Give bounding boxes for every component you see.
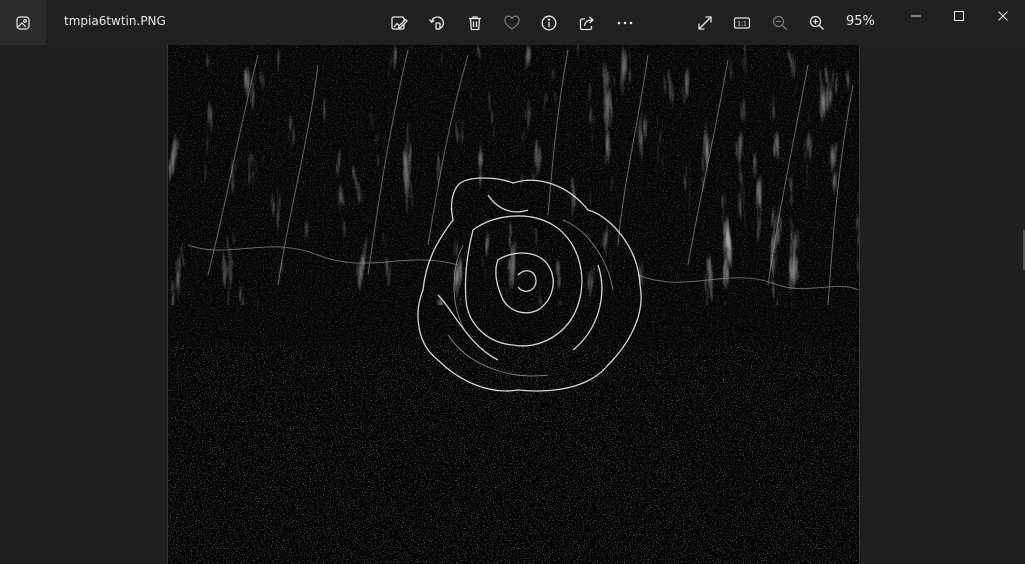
title-bar: tmpia6twtin.PNG 1:1 95% [0, 0, 1025, 45]
trash-icon [469, 16, 481, 31]
photos-app-icon [16, 15, 30, 30]
rotate-button[interactable] [422, 8, 452, 38]
minimize-icon [911, 15, 921, 17]
edge-detected-rose-image [168, 45, 859, 564]
minimize-button[interactable] [894, 0, 938, 32]
actual-size-button[interactable]: 1:1 [727, 8, 757, 38]
share-button[interactable] [572, 8, 602, 38]
file-name-title: tmpia6twtin.PNG [64, 14, 166, 28]
close-button[interactable] [981, 0, 1025, 32]
delete-button[interactable] [460, 8, 490, 38]
heart-icon [504, 15, 520, 30]
zoom-out-button[interactable] [765, 8, 795, 38]
actual-size-icon: 1:1 [733, 17, 751, 29]
share-icon [579, 16, 594, 31]
zoom-level-label[interactable]: 95% [846, 14, 875, 29]
rotate-icon [428, 16, 445, 30]
edit-image-button[interactable] [384, 8, 414, 38]
expand-icon [698, 16, 712, 30]
app-icon-button[interactable] [0, 0, 46, 45]
info-icon [541, 15, 557, 31]
displayed-photo[interactable] [167, 45, 860, 564]
close-icon [998, 11, 1008, 21]
zoom-out-icon [772, 15, 787, 30]
maximize-button[interactable] [937, 0, 981, 32]
fullscreen-button[interactable] [690, 8, 720, 38]
zoom-in-button[interactable] [802, 8, 832, 38]
more-options-button[interactable] [610, 8, 640, 38]
actual-size-label: 1:1 [737, 21, 747, 28]
photos-app-window: tmpia6twtin.PNG 1:1 95% [0, 0, 1025, 564]
favorite-button[interactable] [497, 8, 527, 38]
info-button[interactable] [534, 8, 564, 38]
maximize-icon [954, 11, 964, 21]
zoom-in-icon [809, 15, 824, 30]
more-icon [617, 21, 633, 25]
edit-image-icon [391, 16, 408, 30]
